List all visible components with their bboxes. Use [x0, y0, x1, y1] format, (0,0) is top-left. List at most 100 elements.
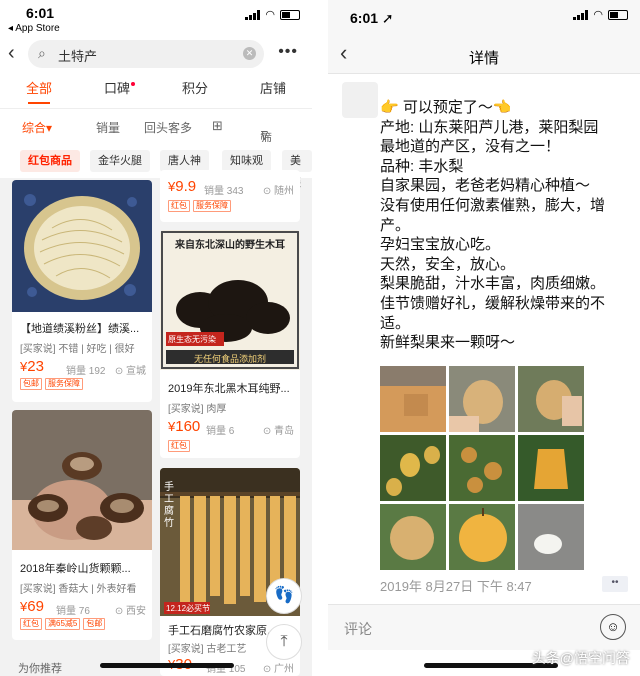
badge: 服务保障: [45, 378, 83, 390]
search-bar: ‹ ⌕ 土特产 ✕ •••: [0, 38, 312, 70]
search-input[interactable]: ⌕ 土特产 ✕: [28, 40, 264, 68]
post-line: 产。: [380, 216, 411, 234]
photo: [380, 366, 446, 432]
banner-red-text: 原生态无污染: [168, 335, 216, 344]
photo-thumb[interactable]: [380, 366, 446, 432]
location: ⊙ 随州: [262, 186, 294, 197]
watermark: 头条@悟空问答: [531, 650, 630, 666]
emoji-icon[interactable]: ☺: [600, 614, 626, 640]
comment-input[interactable]: 评论: [344, 619, 372, 639]
badge: 满65减5: [45, 618, 81, 630]
status-indicators: ◠: [245, 9, 300, 21]
badge: 红包: [168, 200, 190, 212]
product-title: 2019年东北黑木耳纯野...: [168, 383, 290, 395]
location-text: 随州: [274, 186, 294, 197]
promo-tag: 12.12必买节: [166, 604, 211, 613]
product-card[interactable]: ¥9.9 销量 343 ⊙ 随州 红包 服务保障: [160, 170, 300, 222]
photo-thumb[interactable]: [449, 504, 515, 570]
location: ⊙ 宣城: [114, 366, 146, 377]
post-line: 天然，安全，放心。: [380, 255, 516, 273]
wifi-icon: ◠: [265, 9, 275, 21]
location-arrow-icon: ➚: [381, 10, 394, 26]
comment-bar: 评论 ☺: [328, 604, 640, 650]
photo: [380, 435, 446, 501]
battery-icon: [280, 10, 300, 20]
grid-view-icon[interactable]: ⊞: [212, 118, 223, 134]
photo-thumb[interactable]: [449, 435, 515, 501]
badges: 包邮 服务保障: [20, 378, 83, 390]
location: ⊙ 青岛: [262, 426, 294, 437]
badge: 服务保障: [193, 200, 231, 212]
chip-meizhui[interactable]: 美缀: [282, 150, 312, 189]
location-text: 青岛: [274, 426, 294, 437]
chip-jinhua-ham[interactable]: 金华火腿: [90, 150, 150, 172]
badge: 包邮: [83, 618, 106, 630]
badges: 红包 满65减5 包邮: [20, 618, 106, 630]
badge: 红包: [168, 440, 190, 452]
product-price: ¥160: [168, 418, 201, 435]
tab-all[interactable]: 全部: [0, 70, 78, 108]
result-tabs: 全部 口碑 积分 店铺: [0, 70, 312, 108]
post-line: 新鲜梨果来一颗呀～: [380, 334, 516, 352]
battery-icon: [608, 10, 628, 20]
sales-count: 销量 76: [56, 606, 90, 617]
location: ⊙ 西安: [114, 606, 146, 617]
photo: [380, 504, 446, 570]
signal-icon: [573, 10, 589, 20]
photo: [449, 504, 515, 570]
taobao-search-screen: 6:01 ◂ App Store ◠ ‹ ⌕ 土特产 ✕ ••• 全部 口碑 积…: [0, 0, 312, 676]
post-line: 梨果脆甜，汁水丰富，肉质细嫩。: [380, 275, 606, 293]
post-line: 孕妇宝宝放心吃。: [380, 236, 501, 254]
avatar[interactable]: [342, 82, 378, 118]
status-time-text: 6:01: [350, 10, 379, 26]
back-to-top-icon[interactable]: ⤒: [266, 624, 302, 660]
photo-thumb[interactable]: [518, 504, 584, 570]
status-bar: 6:01 ◂ App Store ◠: [0, 0, 312, 38]
location: ⊙ 广州: [262, 664, 294, 675]
product-price: ¥69: [20, 598, 44, 615]
comment-options-icon[interactable]: ••: [602, 576, 628, 592]
product-card[interactable]: 【地道绩溪粉丝】绩溪... [买家说] 不错 | 好吃 | 很好 ¥23 销量 …: [12, 180, 152, 402]
tab-shops[interactable]: 店铺: [234, 70, 312, 108]
location-text: 广州: [274, 664, 294, 675]
tab-label: 店铺: [259, 81, 286, 96]
black-fungus-image: [160, 230, 300, 370]
photo-thumb[interactable]: [380, 435, 446, 501]
post-line: 最地道的产区，没有之一！: [380, 138, 561, 156]
photo-thumb[interactable]: [380, 504, 446, 570]
sort-comprehensive[interactable]: 综合▾: [22, 119, 52, 136]
post-line: 产地: 山东莱阳芦儿港，莱阳梨园: [380, 118, 599, 136]
sort-sales[interactable]: 销量: [96, 119, 120, 136]
product-card[interactable]: 2018年秦岭山货颗颗... [买家说] 香菇大 | 外表好看 ¥69 销量 7…: [12, 410, 152, 640]
price-value: 160: [175, 418, 201, 435]
back-to-app-store[interactable]: ◂ App Store: [8, 23, 60, 34]
sort-repeat-customers[interactable]: 回头客多: [144, 119, 192, 136]
post-line: 自家果园，老爸老妈精心种植～: [380, 177, 591, 195]
buyer-says: [买家说] 古老工艺: [168, 644, 247, 655]
nav-bar: ‹ 详情: [328, 38, 640, 74]
moment-detail-screen: 6:01 ➚ ◠ ‹ 详情 👉 可以预定了～👈 产地: 山东莱阳芦儿港，莱阳梨园…: [328, 0, 640, 676]
location-text: 西安: [126, 606, 146, 617]
back-chevron-icon[interactable]: ‹: [8, 42, 15, 65]
vermicelli-image: [12, 180, 152, 312]
footprint-icon[interactable]: 👣: [266, 578, 302, 614]
photo-thumb[interactable]: [518, 366, 584, 432]
status-time: 6:01 ➚: [350, 10, 394, 27]
tab-points[interactable]: 积分: [156, 70, 234, 108]
photo: [449, 435, 515, 501]
sales-count: 销量 192: [66, 366, 106, 377]
home-indicator[interactable]: [100, 663, 234, 668]
post-line: 没有使用任何激素催熟，膨大，增: [380, 196, 606, 214]
product-card[interactable]: 来自东北深山的野生木耳 原生态无污染 无任何食品添加剂 2019年东北黑木耳纯野…: [160, 230, 300, 458]
photo-thumb[interactable]: [449, 366, 515, 432]
search-query: 土特产: [58, 49, 98, 64]
photo-thumb[interactable]: [518, 435, 584, 501]
wifi-icon: ◠: [593, 9, 603, 21]
price-value: 23: [27, 358, 44, 375]
chip-tangrenshen[interactable]: 唐人神: [160, 150, 209, 172]
more-options-icon[interactable]: •••: [278, 43, 298, 61]
clear-icon[interactable]: ✕: [243, 47, 256, 60]
chip-zhiweiguan[interactable]: 知味观: [222, 150, 271, 172]
tab-reputation[interactable]: 口碑: [78, 70, 156, 108]
chip-red-packet[interactable]: 红包商品: [20, 150, 80, 172]
